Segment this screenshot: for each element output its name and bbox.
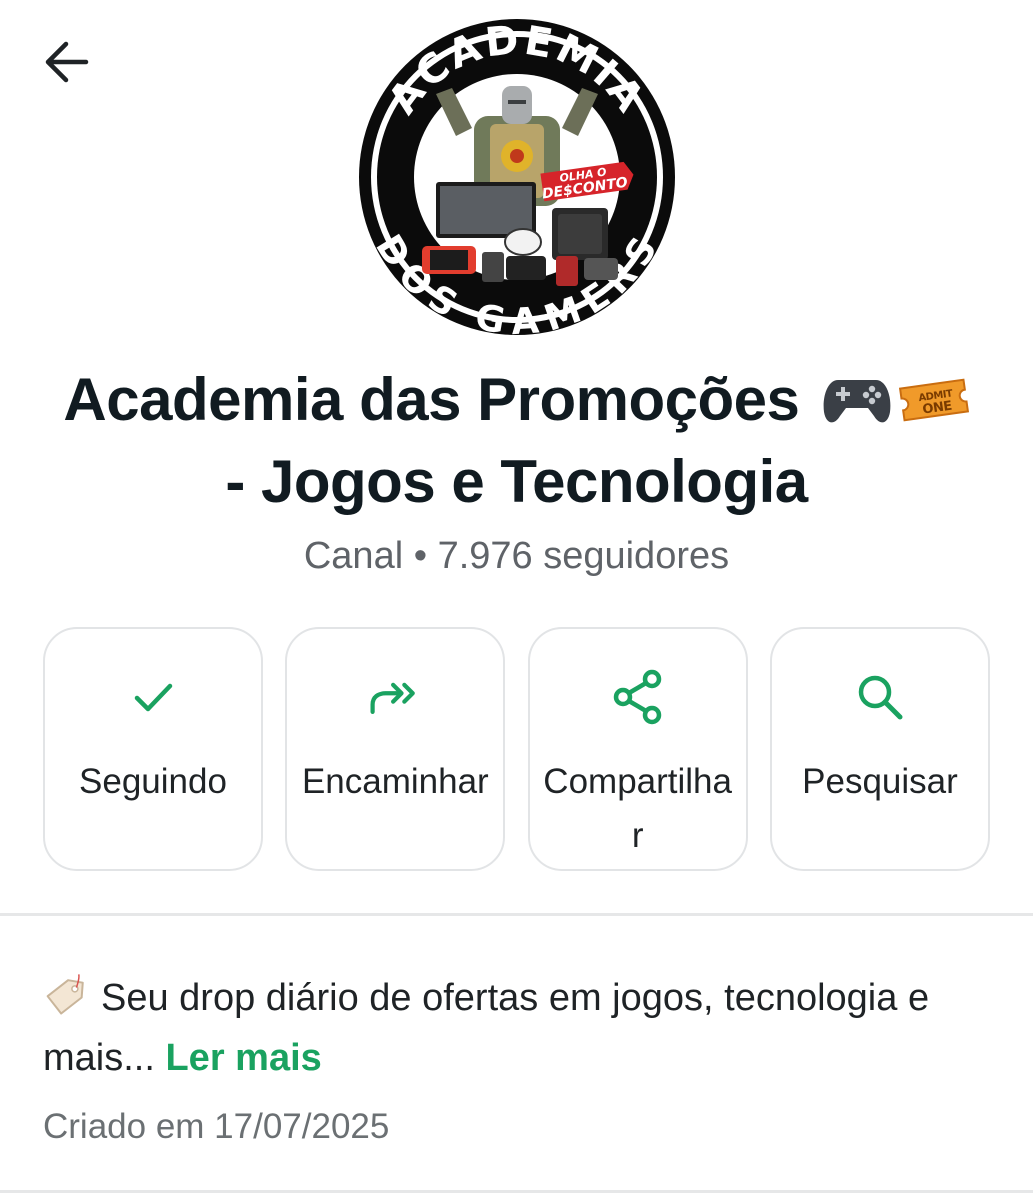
search-button[interactable]: Pesquisar <box>769 627 990 871</box>
share-button[interactable]: Compartilhar <box>527 627 748 871</box>
action-buttons: Seguindo Encaminhar Compartilhar Pesquis… <box>43 627 990 871</box>
price-tag-icon <box>43 972 91 1032</box>
gamepad-icon <box>822 368 892 444</box>
channel-logo-image: ACADEMIA DOS GAMERS OLHA O DE$CONTO <box>359 17 675 343</box>
channel-followers-info: Canal • 7.976 seguidores <box>303 535 730 577</box>
following-label: Seguindo <box>79 762 227 801</box>
ticket-icon: ADMIT ONE <box>898 368 970 444</box>
share-label: Compartilhar <box>543 762 732 855</box>
section-divider <box>0 913 1033 916</box>
back-button[interactable] <box>36 34 96 90</box>
arrow-left-icon <box>45 41 89 83</box>
channel-description: Seu drop diário de ofertas em jogos, tec… <box>43 972 993 1084</box>
channel-title-line1: Academia das Promoções <box>63 366 800 433</box>
channel-avatar[interactable]: ACADEMIA DOS GAMERS OLHA O DE$CONTO <box>356 16 678 343</box>
following-button[interactable]: Seguindo <box>43 627 263 871</box>
search-label: Pesquisar <box>802 762 958 801</box>
created-date: Criado em 17/07/2025 <box>43 1107 390 1146</box>
forward-label: Encaminhar <box>301 762 489 801</box>
read-more-link[interactable]: Ler mais <box>165 1037 321 1079</box>
bottom-divider <box>0 1190 1033 1193</box>
channel-title: Academia das Promoções ADMIT ONE - Jogos… <box>20 362 1013 520</box>
forward-button[interactable]: Encaminhar <box>285 627 506 871</box>
search-icon <box>852 669 908 725</box>
channel-title-line2: - Jogos e Tecnologia <box>225 448 808 515</box>
check-icon <box>125 669 181 725</box>
share-icon <box>610 669 666 725</box>
forward-icon <box>367 669 423 725</box>
